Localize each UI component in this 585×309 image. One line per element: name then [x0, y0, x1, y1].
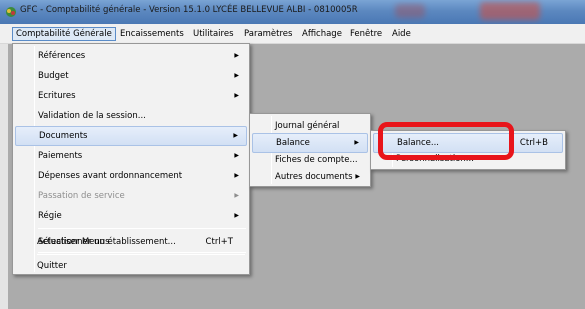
submenu-arrow-icon: ▶ — [355, 173, 360, 180]
menu-item-quitter[interactable]: Quitter — [14, 256, 248, 276]
menu-aide[interactable]: Aide — [389, 27, 414, 41]
menu-affichage[interactable]: Affichage — [299, 27, 345, 41]
gfc-app-icon[interactable] — [5, 6, 17, 18]
blurred-titlebar-button — [480, 2, 540, 20]
menu-item-label: Actualiser Menus — [37, 237, 110, 247]
window-frame-edge — [0, 44, 8, 309]
title-bar: GFC - Comptabilité générale - Version 15… — [0, 0, 585, 24]
red-annotation-highlight — [378, 122, 514, 160]
menu-fenetre[interactable]: Fenêtre — [347, 27, 385, 41]
menu-item-label: Journal général — [275, 121, 340, 131]
menu-item-actualiser-menus[interactable]: Actualiser Menus — [14, 232, 248, 252]
menu-separator — [37, 254, 245, 255]
window-title: GFC - Comptabilité générale - Version 15… — [20, 5, 358, 15]
blurred-titlebar-region — [395, 4, 425, 18]
menu-utilitaires[interactable]: Utilitaires — [190, 27, 237, 41]
menu-parametres[interactable]: Paramètres — [241, 27, 295, 41]
documents-submenu: Journal général Balance ▶ Fiches de compt… — [249, 113, 371, 187]
menu-item-label: Quitter — [37, 261, 67, 271]
menu-item-label: Fiches de compte... — [275, 155, 358, 165]
menu-item-label: Autres documents — [275, 172, 353, 182]
menu-bar: Comptabilité Générale Encaissements Util… — [0, 24, 585, 44]
menu-item-label: Balance — [276, 138, 310, 148]
menu-item-autres-documents[interactable]: Autres documents ▶ — [252, 167, 368, 187]
menu-comptabilite-generale[interactable]: Comptabilité Générale — [12, 27, 116, 41]
menu-encaissements[interactable]: Encaissements — [117, 27, 187, 41]
